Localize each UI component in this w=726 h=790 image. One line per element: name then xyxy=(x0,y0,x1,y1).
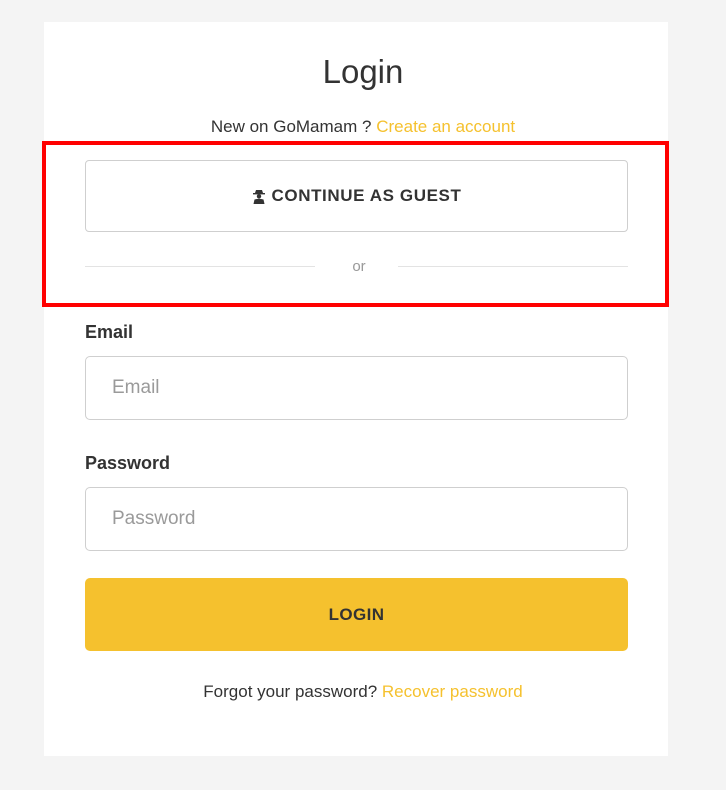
page-title: Login xyxy=(322,53,404,90)
divider-text: or xyxy=(352,258,366,275)
email-field[interactable] xyxy=(85,356,628,420)
forgot-password-prompt: Forgot your password? Recover password xyxy=(0,682,726,702)
forgot-password-text: Forgot your password? xyxy=(203,682,378,701)
password-label: Password xyxy=(85,453,171,473)
email-label: Email xyxy=(85,322,134,342)
divider-line-left xyxy=(85,266,315,267)
signup-prompt: New on GoMamam ? Create an account xyxy=(0,117,726,137)
create-account-link[interactable]: Create an account xyxy=(376,117,515,136)
signup-prompt-text: New on GoMamam ? xyxy=(210,117,372,136)
user-secret-icon xyxy=(252,190,265,204)
recover-password-link[interactable]: Recover password xyxy=(382,682,523,701)
password-field[interactable] xyxy=(85,487,628,551)
login-button[interactable]: LOGIN xyxy=(85,578,628,651)
continue-as-guest-label: CONTINUE AS GUEST xyxy=(271,186,462,205)
continue-as-guest-button[interactable]: CONTINUE AS GUEST xyxy=(85,160,628,232)
divider-line-right xyxy=(398,266,628,267)
login-button-label: LOGIN xyxy=(328,604,385,624)
